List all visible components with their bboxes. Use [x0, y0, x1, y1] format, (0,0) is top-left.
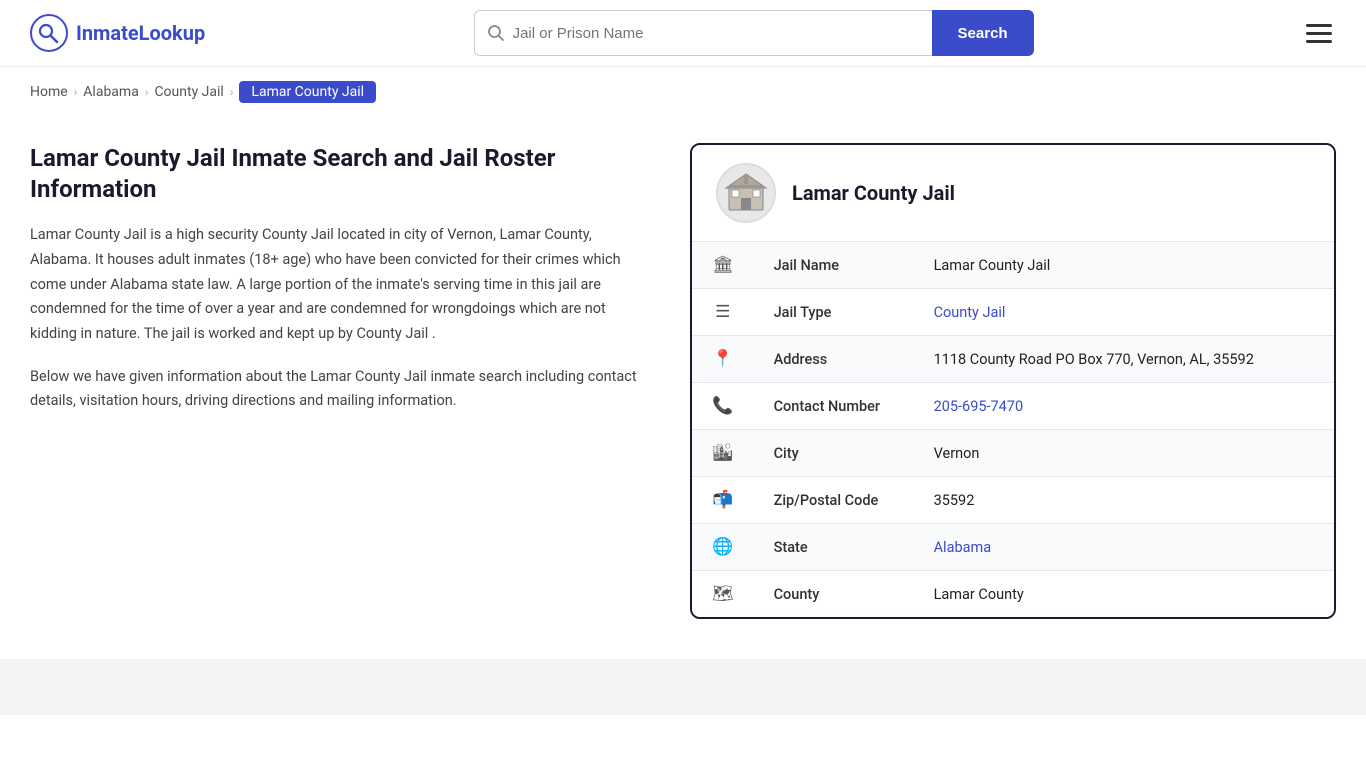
- building-icon: [721, 168, 771, 218]
- info-table: 🏛Jail NameLamar County Jail☰Jail TypeCou…: [692, 242, 1334, 617]
- site-header: InmateLookup Search: [0, 0, 1366, 67]
- info-label: Jail Name: [754, 242, 914, 289]
- info-value: Lamar County: [914, 571, 1334, 618]
- jail-info-panel: Lamar County Jail 🏛Jail NameLamar County…: [690, 143, 1336, 619]
- breadcrumb-alabama[interactable]: Alabama: [83, 84, 139, 100]
- info-value[interactable]: Alabama: [914, 524, 1334, 571]
- jail-icon: 🏛: [692, 242, 754, 289]
- info-value: Lamar County Jail: [914, 242, 1334, 289]
- breadcrumb: Home › Alabama › County Jail › Lamar Cou…: [0, 67, 1366, 113]
- info-value-link[interactable]: County Jail: [934, 304, 1006, 321]
- chevron-icon-1: ›: [74, 85, 78, 99]
- table-row: 📞Contact Number 205-695-7470: [692, 383, 1334, 430]
- breadcrumb-home[interactable]: Home: [30, 84, 68, 100]
- info-value[interactable]: 205-695-7470: [914, 383, 1334, 430]
- info-label: Zip/Postal Code: [754, 477, 914, 524]
- info-label: Jail Type: [754, 289, 914, 336]
- table-row: ☰Jail Type County Jail: [692, 289, 1334, 336]
- hamburger-line3: [1306, 40, 1332, 43]
- page-description: Lamar County Jail is a high security Cou…: [30, 223, 650, 346]
- search-input[interactable]: [513, 25, 920, 42]
- chevron-icon-3: ›: [230, 85, 234, 99]
- zip-icon: 📬: [692, 477, 754, 524]
- info-value: 1118 County Road PO Box 770, Vernon, AL,…: [914, 336, 1334, 383]
- table-row: 🏛Jail NameLamar County Jail: [692, 242, 1334, 289]
- search-bar: Search: [474, 10, 1034, 56]
- footer-stripe: [0, 659, 1366, 715]
- info-value[interactable]: County Jail: [914, 289, 1334, 336]
- breadcrumb-county-jail[interactable]: County Jail: [154, 84, 223, 100]
- logo-text: InmateLookup: [76, 21, 205, 45]
- page-sub-description: Below we have given information about th…: [30, 365, 650, 414]
- city-icon: 🏙: [692, 430, 754, 477]
- left-column: Lamar County Jail Inmate Search and Jail…: [30, 143, 650, 414]
- info-label: Address: [754, 336, 914, 383]
- info-label: Contact Number: [754, 383, 914, 430]
- table-row: 🗺CountyLamar County: [692, 571, 1334, 618]
- county-icon: 🗺: [692, 571, 754, 618]
- search-input-wrap: [474, 10, 932, 56]
- jail-logo: [716, 163, 776, 223]
- info-value: Vernon: [914, 430, 1334, 477]
- info-value-link[interactable]: 205-695-7470: [934, 398, 1024, 415]
- state-icon: 🌐: [692, 524, 754, 571]
- panel-header: Lamar County Jail: [692, 145, 1334, 242]
- hamburger-line2: [1306, 32, 1332, 35]
- page-title: Lamar County Jail Inmate Search and Jail…: [30, 143, 650, 205]
- search-icon: [487, 24, 505, 42]
- chevron-icon-2: ›: [145, 85, 149, 99]
- table-row: 🌐State Alabama: [692, 524, 1334, 571]
- logo-link[interactable]: InmateLookup: [30, 14, 205, 52]
- info-value-link[interactable]: Alabama: [934, 539, 992, 556]
- info-label: City: [754, 430, 914, 477]
- search-button[interactable]: Search: [932, 10, 1034, 56]
- main-content: Lamar County Jail Inmate Search and Jail…: [0, 113, 1366, 659]
- table-row: 📬Zip/Postal Code35592: [692, 477, 1334, 524]
- info-label: State: [754, 524, 914, 571]
- table-row: 📍Address1118 County Road PO Box 770, Ver…: [692, 336, 1334, 383]
- logo-icon: [30, 14, 68, 52]
- breadcrumb-active: Lamar County Jail: [239, 81, 376, 103]
- panel-title: Lamar County Jail: [792, 181, 955, 205]
- hamburger-line1: [1306, 24, 1332, 27]
- info-value: 35592: [914, 477, 1334, 524]
- address-icon: 📍: [692, 336, 754, 383]
- table-row: 🏙CityVernon: [692, 430, 1334, 477]
- info-label: County: [754, 571, 914, 618]
- hamburger-menu[interactable]: [1302, 20, 1336, 47]
- type-icon: ☰: [692, 289, 754, 336]
- phone-icon: 📞: [692, 383, 754, 430]
